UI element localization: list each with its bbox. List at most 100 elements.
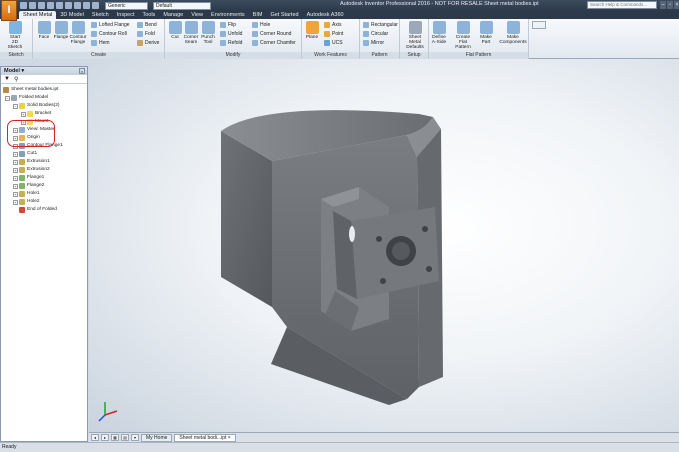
quick-access-toolbar: Generic Default	[20, 1, 211, 10]
tab-sketch[interactable]: Sketch	[88, 11, 113, 19]
hem-button[interactable]: Hem	[91, 39, 110, 47]
mirror-button[interactable]: Mirror	[363, 39, 384, 47]
expand-icon[interactable]: +	[21, 111, 26, 117]
tab-manage[interactable]: Manage	[159, 11, 187, 19]
contour-flange-button[interactable]: Contour Flange	[69, 21, 87, 45]
refold-button[interactable]: Refold	[220, 39, 242, 47]
lofted-flange-button[interactable]: Lofted Flange	[91, 21, 130, 29]
tab-environments[interactable]: Environments	[207, 11, 249, 19]
tab-sheet-metal[interactable]: Sheet Metal	[19, 11, 57, 19]
hole-button[interactable]: Hole	[252, 21, 270, 29]
tab-view[interactable]: View	[187, 11, 207, 19]
tab-scroll-left-icon[interactable]: ◂	[91, 434, 99, 441]
x-axis-icon	[104, 410, 118, 416]
update-icon[interactable]	[74, 2, 81, 9]
tab-tools[interactable]: Tools	[138, 11, 159, 19]
tree-node-extrusion2[interactable]: + Extrusion2	[1, 166, 87, 174]
application-menu-button[interactable]: I	[1, 0, 17, 21]
cascade-windows-icon[interactable]: ▤	[121, 434, 129, 441]
lofted-flange-icon	[91, 22, 97, 28]
tree-node-flange1[interactable]: + Flange1	[1, 174, 87, 182]
tree-node-hole1[interactable]: + Hole1	[1, 190, 87, 198]
start-2d-sketch-button[interactable]: Start 2D Sketch	[6, 21, 24, 50]
tab-active-document[interactable]: Sheet metal bodi...ipt ×	[174, 433, 236, 442]
punch-tool-button[interactable]: Punch Tool	[199, 21, 217, 45]
browser-title[interactable]: Model ▾	[4, 68, 24, 74]
tree-node-flange2[interactable]: + Flange2	[1, 182, 87, 190]
close-button[interactable]: ×	[674, 1, 679, 9]
expand-icon[interactable]: +	[13, 175, 18, 181]
expand-icon[interactable]: +	[13, 199, 18, 205]
expand-icon[interactable]: +	[13, 151, 18, 157]
make-components-button[interactable]: Make Components	[499, 21, 527, 45]
minimize-button[interactable]: –	[660, 1, 666, 9]
collapse-icon[interactable]: −	[13, 103, 18, 109]
tab-inspect[interactable]: Inspect	[113, 11, 139, 19]
browser-close-button[interactable]: ×	[79, 68, 85, 74]
open-icon[interactable]	[29, 2, 36, 9]
graphics-viewport[interactable]	[89, 59, 679, 432]
color-icon[interactable]	[92, 2, 99, 9]
bend-button[interactable]: Bend	[137, 21, 157, 29]
close-tab-icon[interactable]: ×	[228, 435, 231, 441]
corner-round-button[interactable]: Corner Round	[252, 30, 291, 38]
rectangular-pattern-button[interactable]: Rectangular	[363, 21, 398, 29]
unfold-button[interactable]: Unfold	[220, 30, 242, 38]
tree-node-part[interactable]: Sheet metal bodies.ipt	[1, 86, 87, 94]
new-icon[interactable]	[20, 2, 27, 9]
tree-node-bracket[interactable]: + Bracket	[1, 110, 87, 118]
create-flat-pattern-button[interactable]: Create Flat Pattern	[451, 21, 475, 50]
circular-pattern-button[interactable]: Circular	[363, 30, 388, 38]
expand-icon[interactable]: +	[13, 167, 18, 173]
expand-icon[interactable]: +	[13, 159, 18, 165]
face-button[interactable]: Face	[35, 21, 53, 40]
mount-slot	[349, 226, 355, 242]
document-list-icon[interactable]: ▾	[131, 434, 139, 441]
tab-3d-model[interactable]: 3D Model	[56, 11, 88, 19]
flip-button[interactable]: Flip	[220, 21, 236, 29]
corner-chamfer-button[interactable]: Corner Chamfer	[252, 39, 296, 47]
sheet-metal-defaults-button[interactable]: Sheet Metal Defaults	[403, 21, 427, 50]
help-search-input[interactable]: Search Help & Commands...	[587, 1, 657, 9]
ucs-button[interactable]: UCS	[324, 39, 343, 47]
tab-bim[interactable]: BIM	[249, 11, 267, 19]
tree-node-end-of-folded[interactable]: End of Folded	[1, 206, 87, 214]
tree-node-folded-model[interactable]: − Folded Model	[1, 94, 87, 102]
plane-button[interactable]: Plane	[303, 21, 321, 40]
collapse-icon[interactable]: −	[5, 95, 10, 101]
derive-button[interactable]: Derive	[137, 39, 159, 47]
tree-node-extrusion1[interactable]: + Extrusion1	[1, 158, 87, 166]
extrusion-icon	[19, 159, 25, 165]
home-icon[interactable]	[65, 2, 72, 9]
redo-icon[interactable]	[56, 2, 63, 9]
corner-chamfer-icon	[252, 40, 258, 46]
tab-autodesk-a360[interactable]: Autodesk A360	[303, 11, 348, 19]
tile-windows-icon[interactable]: ▦	[111, 434, 119, 441]
maximize-button[interactable]: ▫	[667, 1, 673, 9]
expand-icon[interactable]: +	[13, 191, 18, 197]
fold-button[interactable]: Fold	[137, 30, 155, 38]
define-a-side-button[interactable]: Define A-Side	[430, 21, 448, 45]
panel-label-modify: Modify	[165, 52, 301, 59]
save-icon[interactable]	[38, 2, 45, 9]
select-icon[interactable]	[83, 2, 90, 9]
undo-icon[interactable]	[47, 2, 54, 9]
ribbon-options-button[interactable]	[532, 21, 546, 29]
make-part-button[interactable]: Make Part	[477, 21, 495, 45]
tree-node-solid-bodies[interactable]: − Solid Bodies(2)	[1, 102, 87, 110]
tab-scroll-right-icon[interactable]: ▸	[101, 434, 109, 441]
flange-button[interactable]: Flange	[52, 21, 70, 40]
point-button[interactable]: Point	[324, 30, 343, 38]
axis-button[interactable]: Axis	[324, 21, 341, 29]
tab-get-started[interactable]: Get Started	[266, 11, 302, 19]
tree-node-cut1[interactable]: + Cut1	[1, 150, 87, 158]
search-icon[interactable]: ⚲	[14, 76, 18, 83]
filter-icon[interactable]: ▼	[4, 76, 10, 82]
tree-node-hole2[interactable]: + Hole2	[1, 198, 87, 206]
tab-my-home[interactable]: My Home	[141, 433, 173, 442]
appearance-select[interactable]: Default	[153, 1, 211, 10]
expand-icon[interactable]: +	[13, 183, 18, 189]
corner-seam-button[interactable]: Corner Seam	[182, 21, 200, 45]
contour-roll-button[interactable]: Contour Roll	[91, 30, 127, 38]
material-select[interactable]: Generic	[105, 1, 148, 10]
